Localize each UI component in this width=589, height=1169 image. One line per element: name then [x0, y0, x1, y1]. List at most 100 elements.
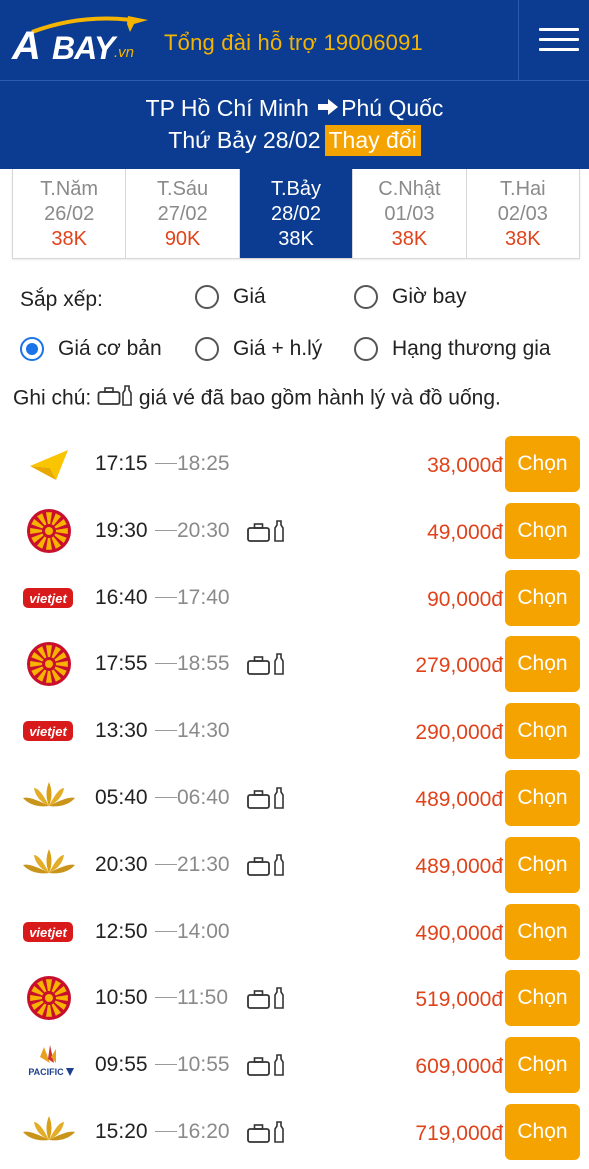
flight-price: 609,000đ — [415, 1055, 503, 1079]
sort-option-base-price[interactable]: Giá cơ bản — [20, 337, 180, 365]
flight-row: PACIFIC 09:55 10:55 609,000đ Chọn — [0, 1031, 589, 1098]
note-body: giá vé đã bao gồm hành lý và đồ uống. — [138, 386, 501, 410]
date-tab[interactable]: T.Sáu 27/02 90K — [126, 169, 240, 258]
time-separator — [155, 863, 177, 865]
baggage-drink-icons — [247, 519, 284, 542]
arrive-time: 11:50 — [177, 986, 228, 1010]
depart-time: 17:55 — [95, 652, 148, 676]
time-separator — [155, 730, 177, 732]
arrive-time: 21:30 — [177, 852, 230, 876]
baggage-drink-icons — [247, 1121, 284, 1143]
choose-flight-button[interactable]: Chọn — [505, 703, 580, 760]
date-line: Thứ Bảy 28/02 Thay đổi — [0, 125, 589, 156]
date-tab-price: 38K — [505, 228, 541, 250]
flight-row: 15:20 16:20 719,000đ Chọn — [0, 1098, 589, 1165]
vietjet-logo-icon: vietjet — [23, 587, 73, 608]
date-tab[interactable]: T.Hai 02/03 38K — [467, 169, 579, 258]
choose-flight-button[interactable]: Chọn — [505, 1104, 580, 1160]
date-tab-price: 38K — [391, 228, 428, 250]
arrive-time: 20:30 — [177, 518, 230, 542]
sort-option-price-baggage[interactable]: Giá + h.lý — [195, 337, 345, 365]
sort-option-business[interactable]: Hạng thương gia — [354, 337, 574, 365]
radio-price-baggage[interactable] — [195, 337, 219, 361]
sort-option-label: Giá + h.lý — [233, 337, 323, 360]
airline-logo — [20, 774, 78, 822]
choose-flight-button[interactable]: Chọn — [505, 502, 580, 559]
date-tab-date: 26/02 — [44, 203, 95, 225]
menu-button[interactable] — [518, 0, 589, 80]
arrive-time: 14:30 — [177, 719, 230, 743]
logo-a: A — [12, 24, 41, 68]
sort-option-price[interactable]: Giá — [195, 285, 325, 313]
depart-time: 12:50 — [95, 919, 148, 943]
choose-flight-button[interactable]: Chọn — [505, 569, 580, 626]
bottle-icon — [121, 385, 133, 413]
flight-row: 19:30 20:30 49,000đ Chọn — [0, 497, 589, 564]
choose-flight-button[interactable]: Chọn — [505, 636, 580, 693]
time-separator — [155, 1131, 177, 1132]
flight-row: vietjet 13:30 14:30 290,000đ Chọn — [0, 697, 589, 764]
airline-logo — [20, 841, 78, 889]
date-tab-date: 02/03 — [497, 203, 548, 225]
vietjet-logo-icon: vietjet — [23, 721, 73, 742]
date-tab-day: C.Nhật — [378, 178, 441, 200]
flight-price: 719,000đ — [415, 1122, 503, 1145]
radio-flight-time[interactable] — [354, 285, 378, 309]
airline-logo — [20, 440, 78, 488]
vietnam-airlines-lotus-icon — [23, 1116, 75, 1141]
radio-base-price[interactable] — [20, 337, 44, 361]
date-tab-price: 38K — [278, 228, 314, 250]
hotline-text[interactable]: Tổng đài hỗ trợ 19006091 — [164, 30, 423, 56]
time-separator — [155, 930, 177, 932]
hamburger-icon — [539, 28, 579, 31]
choose-flight-button[interactable]: Chọn — [505, 436, 580, 492]
time-separator — [155, 997, 177, 999]
top-header: A BAY .vn Tổng đài hỗ trợ 19006091 — [0, 0, 589, 80]
sort-option-label: Giờ bay — [392, 285, 467, 308]
route-to: Phú Quốc — [341, 95, 444, 121]
pacific-airlines-logo-icon: PACIFIC — [28, 1045, 74, 1077]
depart-time: 10:50 — [95, 986, 148, 1010]
baggage-drink-icons — [247, 653, 284, 676]
note-text: Ghi chú: giá vé đã bao gồm hành lý và đồ… — [13, 385, 501, 413]
suitcase-icon — [246, 652, 288, 678]
radio-business[interactable] — [354, 337, 378, 361]
flight-row: 05:40 06:40 489,000đ Chọn — [0, 764, 589, 831]
arrive-time: 16:20 — [177, 1120, 230, 1143]
choose-flight-button[interactable]: Chọn — [505, 1037, 580, 1094]
time-separator — [155, 463, 177, 464]
airline-logo: PACIFIC — [20, 1041, 78, 1089]
radio-price[interactable] — [195, 285, 219, 309]
suitcase-icon — [97, 386, 121, 412]
flight-price: 489,000đ — [415, 854, 503, 878]
sort-option-label: Giá — [233, 285, 266, 308]
date-tab[interactable]: C.Nhật 01/03 38K — [353, 169, 467, 258]
sort-label: Sắp xếp: — [20, 288, 103, 311]
depart-time: 05:40 — [95, 786, 148, 809]
baggage-drink-icons — [247, 853, 284, 876]
change-date-button[interactable]: Thay đổi — [324, 125, 421, 156]
date-tab-day: T.Hai — [500, 178, 546, 200]
suitcase-icon — [246, 786, 288, 812]
abay-logo[interactable]: A BAY .vn — [12, 12, 148, 68]
flight-price: 90,000đ — [427, 587, 503, 611]
choose-flight-button[interactable]: Chọn — [505, 770, 580, 826]
bamboo-airways-logo-icon — [27, 508, 71, 553]
flight-price: 489,000đ — [415, 788, 503, 811]
svg-text:vietjet: vietjet — [29, 925, 67, 940]
airline-logo: vietjet — [20, 707, 78, 755]
date-tab[interactable]: T.Năm 26/02 38K — [13, 169, 127, 258]
depart-time: 15:20 — [95, 1120, 148, 1143]
flight-row: 17:55 18:55 279,000đ Chọn — [0, 630, 589, 697]
choose-flight-button[interactable]: Chọn — [505, 970, 580, 1027]
sort-option-flight-time[interactable]: Giờ bay — [354, 285, 534, 313]
flight-price: 49,000đ — [427, 520, 503, 544]
choose-flight-button[interactable]: Chọn — [505, 903, 580, 960]
flight-price: 519,000đ — [415, 988, 503, 1012]
choose-flight-button[interactable]: Chọn — [505, 836, 580, 893]
depart-time: 17:15 — [95, 452, 148, 475]
flight-row: 20:30 21:30 489,000đ Chọn — [0, 831, 589, 898]
date-tab[interactable]: T.Bảy 28/02 38K — [239, 169, 354, 258]
time-separator — [155, 596, 177, 598]
baggage-drink-icons — [247, 787, 284, 809]
